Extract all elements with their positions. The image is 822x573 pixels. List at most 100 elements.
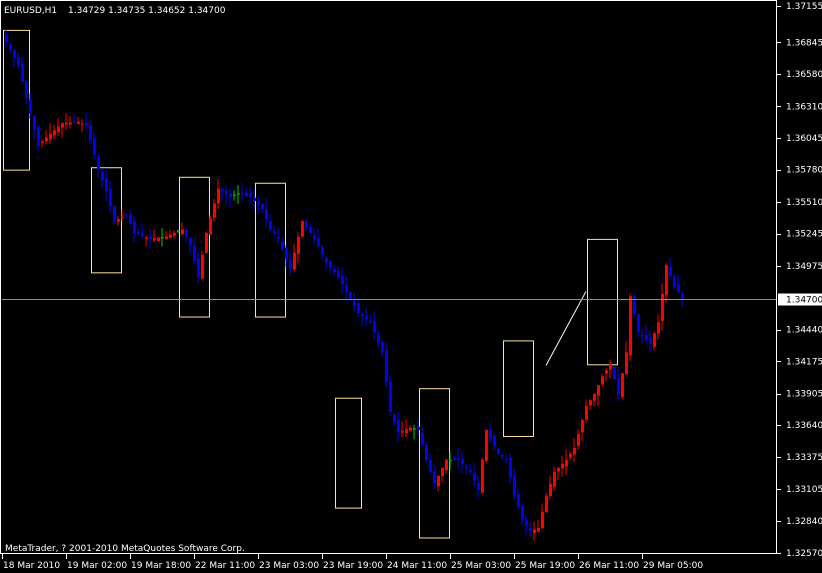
y-tick-label: 1.36845	[786, 38, 822, 48]
candle-body	[505, 459, 508, 461]
candle-body	[53, 130, 56, 136]
candle-body	[161, 237, 164, 239]
candle-body	[25, 81, 28, 98]
candle-body	[245, 192, 248, 196]
x-tick-label: 26 Mar 11:00	[579, 561, 639, 571]
candle-body	[485, 429, 488, 461]
candle-body	[201, 255, 204, 279]
candle-body	[185, 229, 188, 238]
candle-body	[429, 459, 432, 472]
x-tick-label: 22 Mar 11:00	[195, 561, 255, 571]
candle-body	[109, 188, 112, 207]
candle-body	[129, 214, 132, 224]
candle-body	[433, 471, 436, 484]
candle-body	[509, 457, 512, 478]
candle-body	[77, 121, 80, 124]
candle-body	[165, 236, 168, 240]
candle-body	[345, 284, 348, 292]
candle-body	[513, 475, 516, 496]
candle-body	[97, 156, 100, 170]
candle-body	[493, 435, 496, 446]
candle-body	[637, 314, 640, 333]
candle-body	[449, 459, 452, 461]
x-tick-label: 25 Mar 03:00	[451, 561, 511, 571]
candle-body	[445, 459, 448, 471]
candle-body	[645, 334, 648, 341]
candle-body	[617, 377, 620, 395]
candle-body	[649, 337, 652, 344]
candle-body	[277, 236, 280, 239]
candle-body	[609, 364, 612, 370]
candle	[301, 220, 304, 239]
candle-body	[261, 203, 264, 210]
y-tick-label: 1.33640	[786, 421, 822, 431]
candle-body	[497, 448, 500, 454]
candle-body	[385, 350, 388, 383]
candle-body	[613, 366, 616, 380]
candle-body	[153, 238, 156, 241]
candle-body	[289, 259, 292, 269]
candle-body	[13, 49, 16, 58]
candle-body	[89, 125, 92, 141]
candle-body	[629, 296, 632, 356]
candle-body	[217, 188, 220, 204]
symbol-label: EURUSD,H1	[4, 6, 57, 16]
candle-body	[149, 236, 152, 239]
candle-body	[81, 123, 84, 125]
candle-body	[413, 428, 416, 430]
x-tick-label: 19 Mar 18:00	[131, 561, 191, 571]
candle-body	[501, 454, 504, 457]
candle-body	[177, 231, 180, 233]
candle-body	[397, 419, 400, 433]
candle-body	[341, 276, 344, 285]
candle-body	[589, 400, 592, 406]
candle-body	[517, 494, 520, 508]
candle-body	[85, 122, 88, 126]
candle	[633, 294, 636, 317]
candle-body	[117, 218, 120, 222]
candle-body	[389, 382, 392, 413]
y-tick-label: 1.32840	[786, 517, 822, 527]
candle-body	[665, 265, 668, 296]
candle-body	[317, 238, 320, 247]
candle-body	[325, 257, 328, 263]
candle-body	[61, 123, 64, 128]
candle-body	[21, 64, 24, 82]
candle-body	[229, 193, 232, 198]
x-tick-label: 19 Mar 02:00	[67, 561, 127, 571]
candle-body	[237, 193, 240, 195]
candle	[621, 373, 624, 400]
ohlc-values: 1.34729 1.34735 1.34652 1.34700	[68, 6, 226, 16]
candle-body	[653, 333, 656, 347]
candle-body	[533, 529, 536, 534]
candle-body	[633, 295, 636, 315]
candle-body	[309, 226, 312, 233]
candle	[201, 251, 204, 280]
candle-body	[233, 194, 236, 196]
current-price-label: 1.34700	[786, 296, 822, 306]
price-chart[interactable]: 1.37155 1.36845 1.36580 1.36310 1.36045 1.357…	[0, 0, 822, 573]
candle-body	[677, 284, 680, 293]
candle-body	[273, 231, 276, 235]
y-tick-label: 1.36580	[786, 70, 822, 80]
y-tick-label: 1.35510	[786, 198, 822, 208]
candle-body	[561, 463, 564, 469]
candle-body	[293, 252, 296, 270]
candle-body	[257, 201, 260, 206]
candle-body	[49, 133, 52, 140]
candle-body	[597, 385, 600, 396]
candle-body	[541, 511, 544, 529]
candle-body	[417, 426, 420, 430]
candle-body	[125, 214, 128, 216]
candle-body	[477, 482, 480, 490]
y-tick-label: 1.36310	[786, 102, 822, 112]
candle-body	[581, 420, 584, 433]
candle-body	[373, 321, 376, 333]
candle-body	[437, 475, 440, 487]
candle-body	[473, 472, 476, 481]
candle-body	[213, 203, 216, 218]
candle-body	[69, 122, 72, 125]
candle-body	[65, 122, 68, 125]
candle-body	[157, 237, 160, 242]
candle-body	[45, 137, 48, 142]
